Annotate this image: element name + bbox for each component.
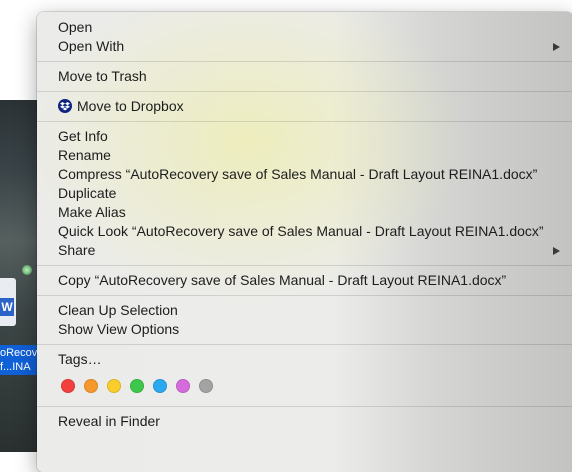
menu-item-move-to-dropbox[interactable]: Move to Dropbox: [37, 97, 572, 116]
menu-item-clean-up-selection[interactable]: Clean Up Selection: [37, 301, 572, 320]
menu-separator: [37, 121, 572, 122]
sparkle-decoration: [22, 265, 32, 275]
menu-item-open[interactable]: Open: [37, 18, 572, 37]
menu-item-quick-look[interactable]: Quick Look “AutoRecovery save of Sales M…: [37, 222, 572, 241]
file-name-label[interactable]: oRecov f...INA: [0, 345, 40, 375]
menu-item-label: Clean Up Selection: [58, 302, 178, 318]
submenu-arrow-icon: [553, 247, 560, 255]
menu-item-label: Make Alias: [58, 204, 126, 220]
tag-yellow-dot[interactable]: [107, 379, 121, 393]
menu-item-rename[interactable]: Rename: [37, 146, 572, 165]
context-menu: Open Open With Move to Trash Move to Dro…: [37, 12, 572, 472]
tag-orange-dot[interactable]: [84, 379, 98, 393]
menu-separator: [37, 91, 572, 92]
menu-item-move-to-trash[interactable]: Move to Trash: [37, 67, 572, 86]
menu-item-label: Duplicate: [58, 185, 117, 201]
menu-item-label: Get Info: [58, 128, 108, 144]
menu-item-label: Move to Dropbox: [77, 98, 184, 114]
word-file-icon[interactable]: W: [0, 278, 16, 326]
tag-gray-dot[interactable]: [199, 379, 213, 393]
menu-item-label: Reveal in Finder: [58, 413, 160, 429]
menu-item-make-alias[interactable]: Make Alias: [37, 203, 572, 222]
menu-item-label: Tags…: [58, 351, 102, 367]
menu-item-tags[interactable]: Tags…: [37, 350, 572, 369]
tag-green-dot[interactable]: [130, 379, 144, 393]
menu-separator: [37, 265, 572, 266]
word-badge: W: [0, 298, 14, 316]
menu-item-label: Show View Options: [58, 321, 180, 337]
menu-item-label: Move to Trash: [58, 68, 147, 84]
file-label-line-1: oRecov: [0, 347, 38, 359]
menu-item-share[interactable]: Share: [37, 241, 572, 260]
menu-item-reveal-in-finder[interactable]: Reveal in Finder: [37, 412, 572, 431]
menu-item-label: Open With: [58, 38, 125, 54]
menu-separator: [37, 61, 572, 62]
tag-blue-dot[interactable]: [153, 379, 167, 393]
tag-purple-dot[interactable]: [176, 379, 190, 393]
menu-item-label: Quick Look “AutoRecovery save of Sales M…: [58, 223, 544, 239]
menu-item-open-with[interactable]: Open With: [37, 37, 572, 56]
menu-item-label: Copy “AutoRecovery save of Sales Manual …: [58, 272, 507, 288]
menu-item-compress[interactable]: Compress “AutoRecovery save of Sales Man…: [37, 165, 572, 184]
menu-item-label: Compress “AutoRecovery save of Sales Man…: [58, 166, 538, 182]
menu-separator: [37, 295, 572, 296]
file-label-line-2: f...INA: [0, 361, 31, 373]
tag-color-row: [37, 374, 572, 398]
menu-item-label: Share: [58, 242, 96, 258]
submenu-arrow-icon: [553, 43, 560, 51]
menu-item-label: Rename: [58, 147, 111, 163]
menu-item-show-view-options[interactable]: Show View Options: [37, 320, 572, 339]
tag-red-dot[interactable]: [61, 379, 75, 393]
menu-separator: [37, 406, 572, 407]
dropbox-icon: [58, 99, 72, 113]
menu-item-duplicate[interactable]: Duplicate: [37, 184, 572, 203]
menu-item-label: Open: [58, 19, 93, 35]
menu-item-copy[interactable]: Copy “AutoRecovery save of Sales Manual …: [37, 271, 572, 290]
menu-item-get-info[interactable]: Get Info: [37, 127, 572, 146]
menu-separator: [37, 344, 572, 345]
